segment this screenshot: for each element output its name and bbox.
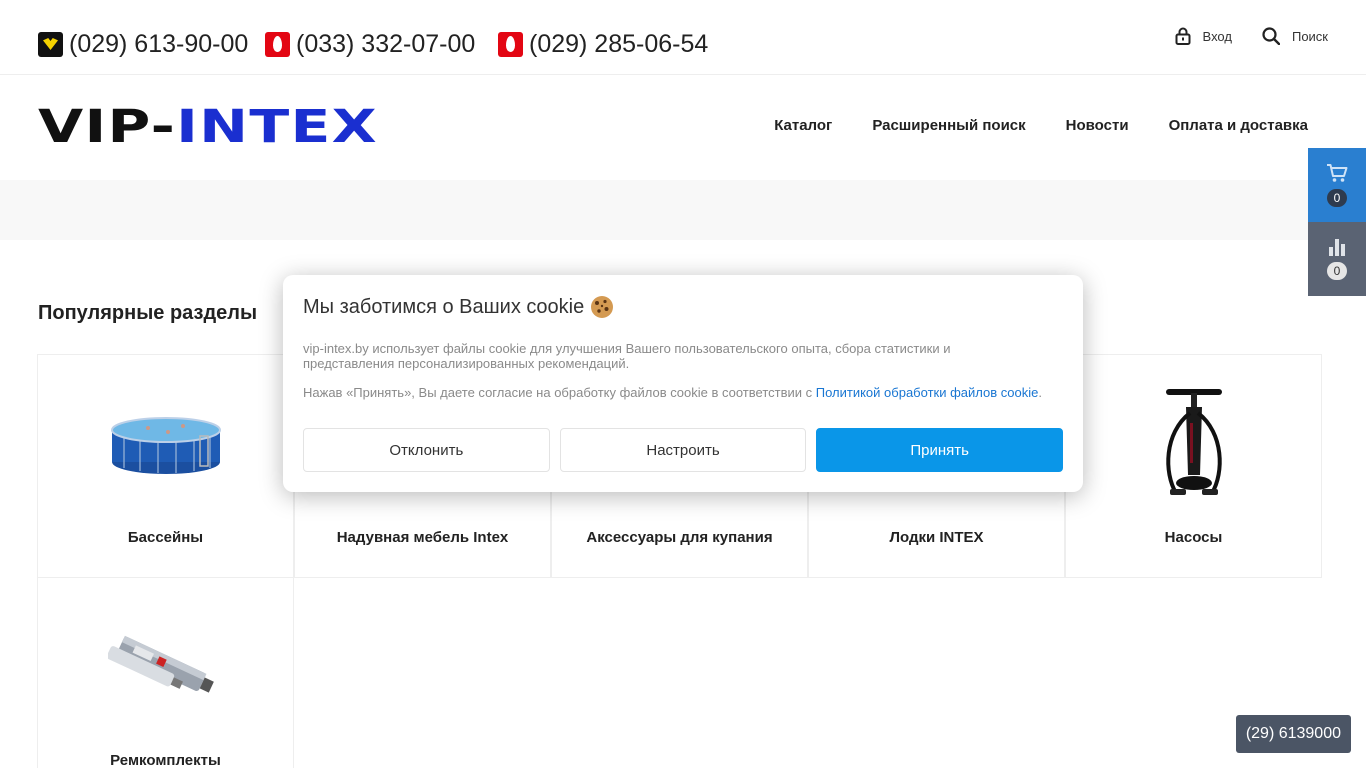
breadcrumb-band [0, 180, 1366, 240]
cookie-dialog-title: Мы заботимся о Ваших cookie [303, 295, 585, 318]
section-label: Надувная мебель Intex [336, 529, 509, 546]
cart-icon [1327, 164, 1348, 182]
login-label: Вход [1202, 28, 1232, 44]
search-label: Поиск [1291, 28, 1328, 44]
cookie-description: vip-intex.by использует файлы cookie для… [303, 341, 951, 371]
accept-button[interactable]: Принять [816, 428, 1064, 472]
phone-number: (029) 285-06-54 [529, 30, 709, 58]
cookie-buttons: Отклонить Настроить Принять [303, 428, 1064, 472]
configure-button[interactable]: Настроить [559, 428, 807, 472]
consent-text-prefix: Нажав «Принять», Вы даете согласие на об… [303, 385, 816, 400]
repair-kit-image [106, 606, 226, 726]
nav-news[interactable]: Новости [1066, 117, 1129, 134]
phone-number: (029) 613-90-00 [69, 30, 249, 58]
phone-number: (033) 332-07-00 [296, 30, 476, 58]
main-nav: Каталог Расширенный поиск Новости Оплата… [774, 117, 1308, 134]
svg-text:VIP-INTEX: VIP- INTEX [38, 103, 378, 149]
phone-mts-1[interactable]: (033) 332-07-00 [265, 30, 475, 59]
user-links: Вход Поиск [1175, 27, 1328, 45]
section-card-repair-kits[interactable]: Ремкомплекты [37, 577, 294, 768]
section-label: Лодки INTEX [889, 529, 984, 546]
side-cart-button[interactable]: 0 [1308, 148, 1366, 222]
cookie-icon [591, 296, 614, 318]
cookie-policy-link[interactable]: Политикой обработки файлов cookie [816, 385, 1039, 400]
cookie-consent-dialog: Мы заботимся о Ваших cookie vip-intex.by… [283, 275, 1083, 492]
pool-image [106, 383, 226, 503]
login-link[interactable]: Вход [1175, 27, 1232, 45]
nav-payment-delivery[interactable]: Оплата и доставка [1169, 117, 1308, 134]
section-card-pumps[interactable]: Насосы [1065, 354, 1322, 578]
section-label: Ремкомплекты [110, 752, 221, 768]
pump-image [1134, 383, 1254, 503]
section-label: Насосы [1164, 529, 1223, 546]
popular-sections-title: Популярные разделы [38, 302, 258, 324]
site-logo[interactable]: VIP- INTEX [38, 103, 380, 149]
nav-advanced-search[interactable]: Расширенный поиск [872, 117, 1025, 134]
section-label: Аксессуары для купания [586, 529, 773, 546]
mts-icon [498, 32, 523, 57]
consent-text-suffix: . [1038, 385, 1042, 400]
search-link[interactable]: Поиск [1262, 27, 1328, 45]
section-label: Бассейны [127, 529, 204, 546]
phone-mts-2[interactable]: (029) 285-06-54 [498, 30, 708, 59]
phone-velcom[interactable]: (029) 613-90-00 [38, 30, 248, 59]
top-bar: (029) 613-90-00 (033) 332-07-00 (029) 28… [0, 0, 1366, 75]
mts-icon [265, 32, 290, 57]
compare-count: 0 [1327, 262, 1347, 280]
velcom-icon [38, 32, 63, 57]
decline-button[interactable]: Отклонить [303, 428, 550, 472]
section-card-pools[interactable]: Бассейны [37, 354, 294, 578]
nav-catalog[interactable]: Каталог [774, 117, 832, 134]
search-icon [1262, 27, 1280, 45]
header: VIP- INTEX Каталог Расширенный поиск Ново… [0, 75, 1366, 180]
callback-phone-button[interactable]: (29) 6139000 [1235, 715, 1351, 753]
lock-icon [1175, 27, 1191, 45]
compare-icon [1329, 239, 1345, 256]
cart-count: 0 [1327, 189, 1347, 207]
side-compare-button[interactable]: 0 [1308, 222, 1366, 296]
cookie-dialog-heading: Мы заботимся о Ваших cookie [303, 295, 1063, 319]
cookie-consent-text: Нажав «Принять», Вы даете согласие на об… [303, 385, 1063, 400]
